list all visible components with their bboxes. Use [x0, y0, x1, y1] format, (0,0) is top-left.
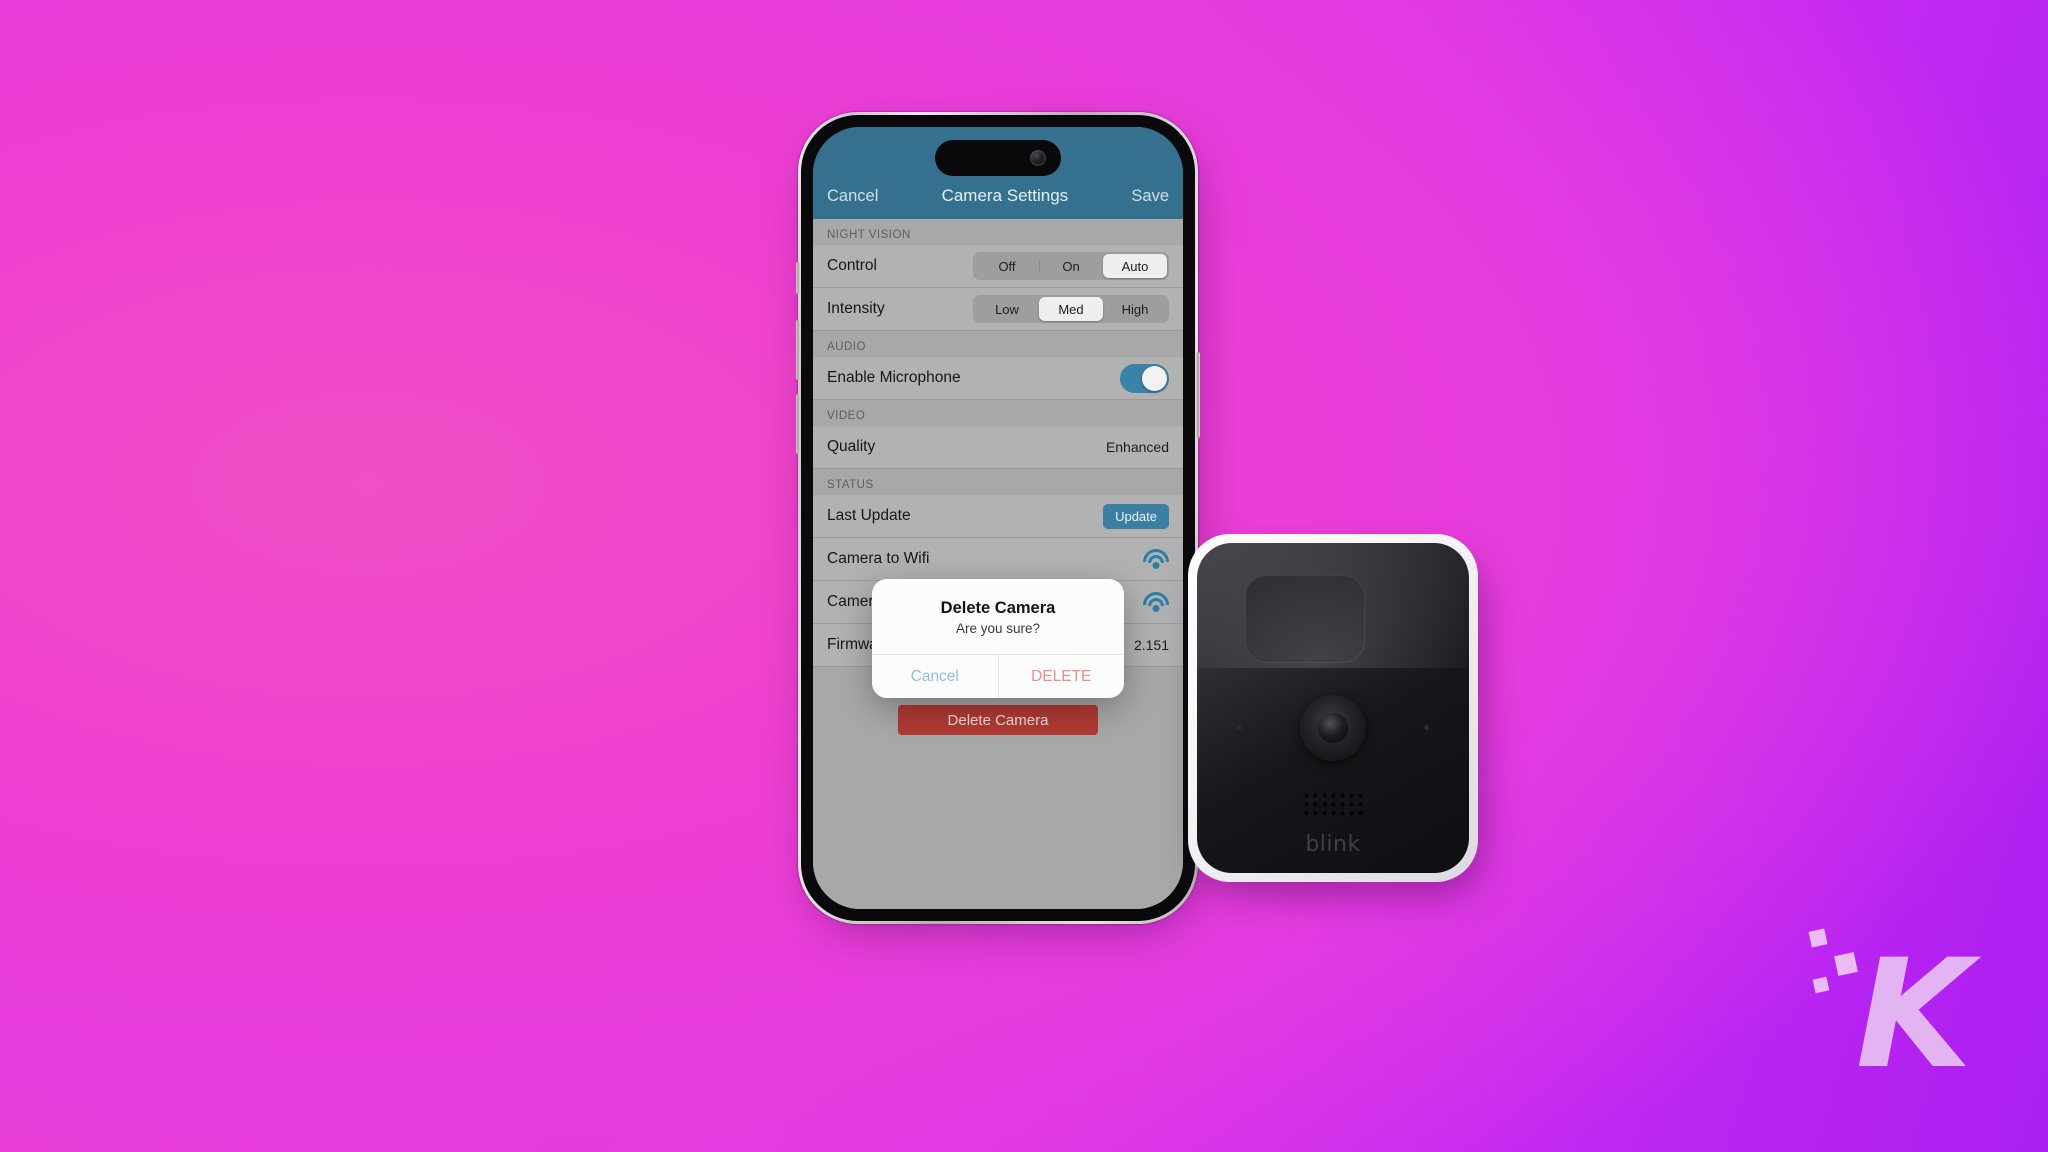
delete-camera-button-label: Delete Camera: [947, 711, 1049, 729]
section-header-audio: AUDIO: [813, 331, 1183, 357]
row-label: Control: [827, 257, 877, 274]
row-intensity[interactable]: Intensity Low Med High: [813, 288, 1183, 331]
dialog-delete-button[interactable]: DELETE: [997, 655, 1125, 698]
row-control[interactable]: Control Off On Auto: [813, 245, 1183, 288]
segment-med[interactable]: Med: [1039, 297, 1103, 321]
phone-bezel: Cancel Camera Settings Save NIGHT VISION…: [801, 115, 1195, 921]
front-camera-icon: [1030, 150, 1046, 166]
navbar-actions: Cancel Camera Settings Save: [813, 179, 1183, 213]
section-header-video: VIDEO: [813, 400, 1183, 426]
camera-front-face: blink: [1197, 543, 1469, 873]
pixel-square-icon: [1808, 928, 1828, 948]
dialog-cancel-button[interactable]: Cancel: [872, 655, 998, 698]
segment-off[interactable]: Off: [975, 254, 1039, 278]
dialog-title: Delete Camera: [940, 599, 1056, 617]
pixel-square-icon: [1812, 976, 1830, 994]
row-value: 2.151: [1133, 637, 1169, 653]
save-button[interactable]: Save: [1131, 187, 1169, 206]
row-label: Intensity: [827, 300, 885, 317]
row-label: Last Update: [827, 507, 911, 524]
delete-camera-button[interactable]: Delete Camera: [898, 705, 1098, 735]
infrared-led-right-icon: [1424, 725, 1429, 730]
volume-down-button[interactable]: [796, 394, 800, 454]
dialog-actions: Cancel DELETE: [872, 654, 1124, 698]
phone-screen: Cancel Camera Settings Save NIGHT VISION…: [813, 127, 1183, 909]
row-label: Quality: [827, 438, 876, 455]
toggle-knob: [1142, 365, 1167, 391]
update-button[interactable]: Update: [1103, 503, 1169, 529]
wifi-signal-icon: [1143, 592, 1169, 612]
segment-high[interactable]: High: [1103, 297, 1167, 321]
segment-auto[interactable]: Auto: [1103, 254, 1167, 278]
row-last-update[interactable]: Last Update Update: [813, 495, 1183, 538]
silence-switch[interactable]: [796, 262, 800, 294]
row-value: Enhanced: [1105, 439, 1169, 455]
app-navigation-bar: Cancel Camera Settings Save: [813, 127, 1183, 219]
blink-camera-device: blink: [1188, 534, 1488, 894]
phone-frame: Cancel Camera Settings Save NIGHT VISION…: [796, 112, 1200, 924]
watermark-letter: K: [1855, 928, 1972, 1102]
segment-on[interactable]: On: [1039, 254, 1103, 278]
segment-low[interactable]: Low: [975, 297, 1039, 321]
page-title: Camera Settings: [941, 186, 1069, 205]
row-label: Enable Microphone: [827, 369, 961, 386]
volume-up-button[interactable]: [796, 320, 800, 380]
blink-brand-logo: blink: [1305, 832, 1361, 857]
section-header-night-vision: NIGHT VISION: [813, 219, 1183, 245]
row-quality[interactable]: Quality Enhanced: [813, 426, 1183, 469]
row-camera-to-wifi[interactable]: Camera to Wifi: [813, 538, 1183, 581]
pixel-square-icon: [1834, 952, 1858, 976]
infrared-led-left-icon: [1237, 725, 1242, 730]
camera-lens-icon: [1300, 695, 1366, 761]
knowtechie-watermark-logo: K: [1806, 920, 1976, 1090]
microphone-toggle[interactable]: [1120, 363, 1169, 393]
cancel-button[interactable]: Cancel: [827, 187, 878, 206]
settings-list[interactable]: NIGHT VISION Control Off On Auto Intensi…: [813, 219, 1183, 909]
dialog-message: Are you sure?: [955, 621, 1041, 636]
camera-outer-shell: blink: [1188, 534, 1478, 882]
delete-camera-dialog[interactable]: Delete Camera Are you sure? Cancel DELET…: [872, 579, 1124, 698]
phone-mockup: Cancel Camera Settings Save NIGHT VISION…: [796, 112, 1200, 934]
control-segmented-control[interactable]: Off On Auto: [973, 252, 1169, 280]
row-label: Camera to Wifi: [827, 550, 930, 567]
camera-motion-sensor: [1245, 575, 1365, 663]
camera-speaker-grille: [1302, 791, 1364, 817]
wifi-signal-icon: [1143, 549, 1169, 569]
row-enable-microphone[interactable]: Enable Microphone: [813, 357, 1183, 400]
intensity-segmented-control[interactable]: Low Med High: [973, 295, 1169, 323]
dynamic-island: [935, 140, 1061, 176]
power-button[interactable]: [1196, 352, 1200, 438]
section-header-status: STATUS: [813, 469, 1183, 495]
